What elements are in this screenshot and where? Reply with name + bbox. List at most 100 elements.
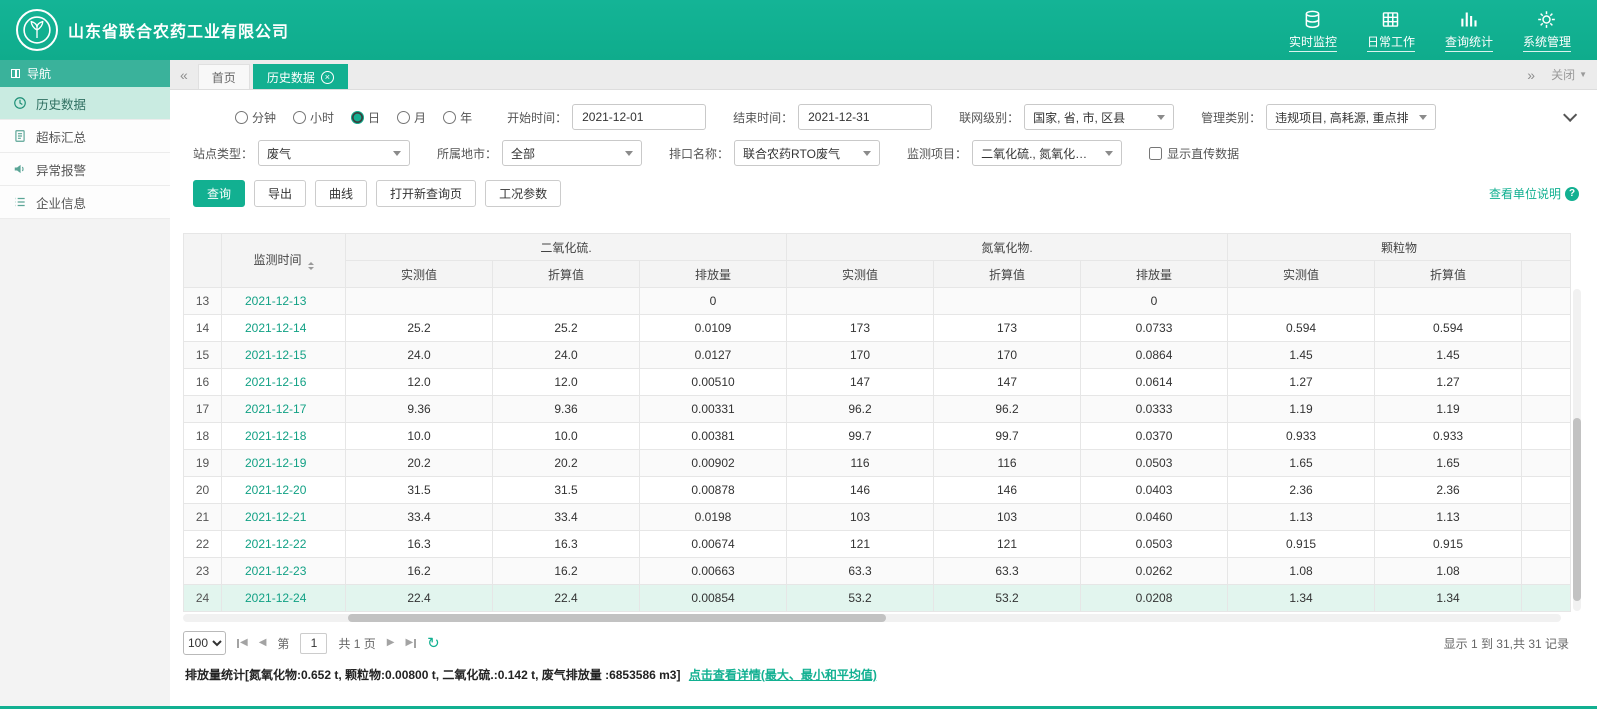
- value-cell: 1.45: [1227, 341, 1376, 369]
- date-link[interactable]: 2021-12-21: [221, 503, 346, 531]
- prev-page-button[interactable]: ◀: [259, 638, 267, 648]
- exceed-summary-icon: [13, 129, 27, 143]
- top-nav-item[interactable]: 系统管理: [1522, 9, 1571, 52]
- monitor-items-label: 监测项目：: [907, 146, 968, 161]
- period-radio[interactable]: 月: [397, 109, 426, 126]
- page-label-suffix: 共 1 页: [338, 636, 376, 651]
- period-radio[interactable]: 分钟: [235, 109, 276, 126]
- start-time-label: 开始时间：: [507, 110, 568, 125]
- sort-icon[interactable]: [307, 262, 314, 270]
- vertical-scrollbar[interactable]: [1573, 289, 1581, 611]
- date-link[interactable]: 2021-12-16: [221, 368, 346, 396]
- period-radio[interactable]: 小时: [293, 109, 334, 126]
- row-number-header: [183, 233, 222, 288]
- sidebar-item[interactable]: 历史数据: [0, 87, 170, 120]
- city-select[interactable]: 全部: [502, 140, 643, 166]
- sidebar-item[interactable]: 企业信息: [0, 186, 170, 219]
- top-nav-item[interactable]: 日常工作: [1366, 9, 1415, 52]
- value-cell-clipped: [1521, 314, 1571, 342]
- unit-note-link[interactable]: 查看单位说明 ?: [1489, 185, 1579, 202]
- date-link[interactable]: 2021-12-20: [221, 476, 346, 504]
- sidebar-item[interactable]: 异常报警: [0, 153, 170, 186]
- date-link[interactable]: 2021-12-14: [221, 314, 346, 342]
- value-cell: 0.0262: [1080, 557, 1229, 585]
- condition-params-button[interactable]: 工况参数: [485, 180, 562, 207]
- value-cell: 173: [786, 314, 935, 342]
- curve-button[interactable]: 曲线: [315, 180, 368, 207]
- value-cell: 2.36: [1374, 476, 1523, 504]
- chevron-down-icon: [1419, 114, 1428, 120]
- direct-data-checkbox-input[interactable]: [1149, 146, 1163, 160]
- value-cell: 12.0: [345, 368, 493, 396]
- site-type-select[interactable]: 废气: [258, 140, 411, 166]
- value-cell: [1227, 287, 1376, 315]
- value-cell: 1.19: [1227, 395, 1376, 423]
- column-subheader: 实测值: [1227, 260, 1376, 288]
- tab[interactable]: 历史数据 ×: [252, 64, 348, 89]
- direct-data-checkbox[interactable]: 显示直传数据: [1149, 145, 1239, 162]
- network-level-select[interactable]: 国家, 省, 市, 区县: [1024, 104, 1175, 130]
- date-link[interactable]: 2021-12-19: [221, 449, 346, 477]
- page-title: 山东省联合农药工业有限公司: [68, 24, 290, 41]
- value-cell: 53.2: [786, 584, 935, 612]
- tab[interactable]: 首页: [197, 64, 250, 89]
- period-radio[interactable]: 日: [351, 109, 380, 126]
- tabs-scroll-left-icon[interactable]: «: [180, 68, 188, 82]
- period-radio-group: 分钟 小时日月年: [235, 109, 472, 126]
- vertical-scrollbar-thumb[interactable]: [1573, 417, 1581, 602]
- top-nav-item[interactable]: 查询统计: [1444, 9, 1493, 52]
- row-number-cell: 14: [183, 314, 222, 342]
- tab-close-icon[interactable]: ×: [320, 70, 334, 84]
- value-cell: 0.594: [1227, 314, 1376, 342]
- open-new-query-button[interactable]: 打开新查询页: [376, 180, 477, 207]
- date-link[interactable]: 2021-12-17: [221, 395, 346, 423]
- top-nav-item[interactable]: 实时监控: [1288, 9, 1337, 52]
- network-level-label: 联网级别：: [959, 110, 1020, 125]
- value-cell: 22.4: [492, 584, 640, 612]
- next-page-button[interactable]: ▶: [387, 638, 395, 648]
- value-cell: 96.2: [933, 395, 1082, 423]
- last-page-button[interactable]: ▶: [405, 638, 416, 648]
- value-cell: 1.34: [1374, 584, 1523, 612]
- date-link[interactable]: 2021-12-24: [221, 584, 346, 612]
- value-cell-clipped: [1521, 584, 1571, 612]
- row-number-cell: 18: [183, 422, 222, 450]
- first-page-button[interactable]: ◀: [237, 638, 248, 648]
- date-link[interactable]: 2021-12-22: [221, 530, 346, 558]
- data-table-zone: 监测时间 二氧化硫. 氮氧化物. 颗粒物 实测值 折算值 排放量 实测值 折算值 排放量 实测值 折算…: [183, 233, 1581, 622]
- export-button[interactable]: 导出: [254, 180, 307, 207]
- monitor-items-select[interactable]: 二氧化硫., 氮氧化物., 颗粒: [972, 140, 1123, 166]
- horizontal-scrollbar-thumb[interactable]: [348, 614, 886, 622]
- sidebar-item[interactable]: 超标汇总: [0, 120, 170, 153]
- table-row: 18 2021-12-18 10.0 10.0 0.00381 99.7 99.7 0.037…: [183, 422, 1571, 450]
- value-cell: 0.933: [1227, 422, 1376, 450]
- column-header-time[interactable]: 监测时间: [221, 233, 346, 288]
- end-time-input[interactable]: [798, 104, 933, 130]
- period-radio[interactable]: 年: [443, 109, 472, 126]
- collapse-filters-chevron-icon[interactable]: [1563, 107, 1578, 122]
- date-link[interactable]: 2021-12-13: [221, 287, 346, 315]
- close-tabs-menu[interactable]: 关闭 ▼: [1551, 66, 1587, 83]
- manage-type-select[interactable]: 违规项目, 高耗源, 重点排: [1266, 104, 1437, 130]
- date-link[interactable]: 2021-12-23: [221, 557, 346, 585]
- start-time-input[interactable]: [572, 104, 707, 130]
- value-cell: 31.5: [492, 476, 640, 504]
- refresh-icon[interactable]: ↻: [427, 636, 440, 651]
- current-page-input[interactable]: [300, 632, 328, 654]
- value-cell: 170: [786, 341, 935, 369]
- query-button[interactable]: 查询: [193, 180, 246, 207]
- value-cell: 0.0503: [1080, 449, 1229, 477]
- date-link[interactable]: 2021-12-18: [221, 422, 346, 450]
- column-subheader: 实测值: [345, 260, 493, 288]
- value-cell: 2.36: [1227, 476, 1376, 504]
- tabs-scroll-right-icon[interactable]: »: [1527, 68, 1535, 82]
- stats-detail-link[interactable]: 点击查看详情(最大、最小和平均值): [689, 668, 877, 682]
- row-number-cell: 17: [183, 395, 222, 423]
- value-cell: 0.0127: [638, 341, 788, 369]
- outlet-select[interactable]: 联合农药RTO废气: [734, 140, 881, 166]
- date-link[interactable]: 2021-12-15: [221, 341, 346, 369]
- question-mark-icon: ?: [1565, 186, 1579, 201]
- page-size-select[interactable]: 100: [183, 631, 226, 655]
- value-cell: 99.7: [933, 422, 1082, 450]
- horizontal-scrollbar[interactable]: [183, 614, 1561, 622]
